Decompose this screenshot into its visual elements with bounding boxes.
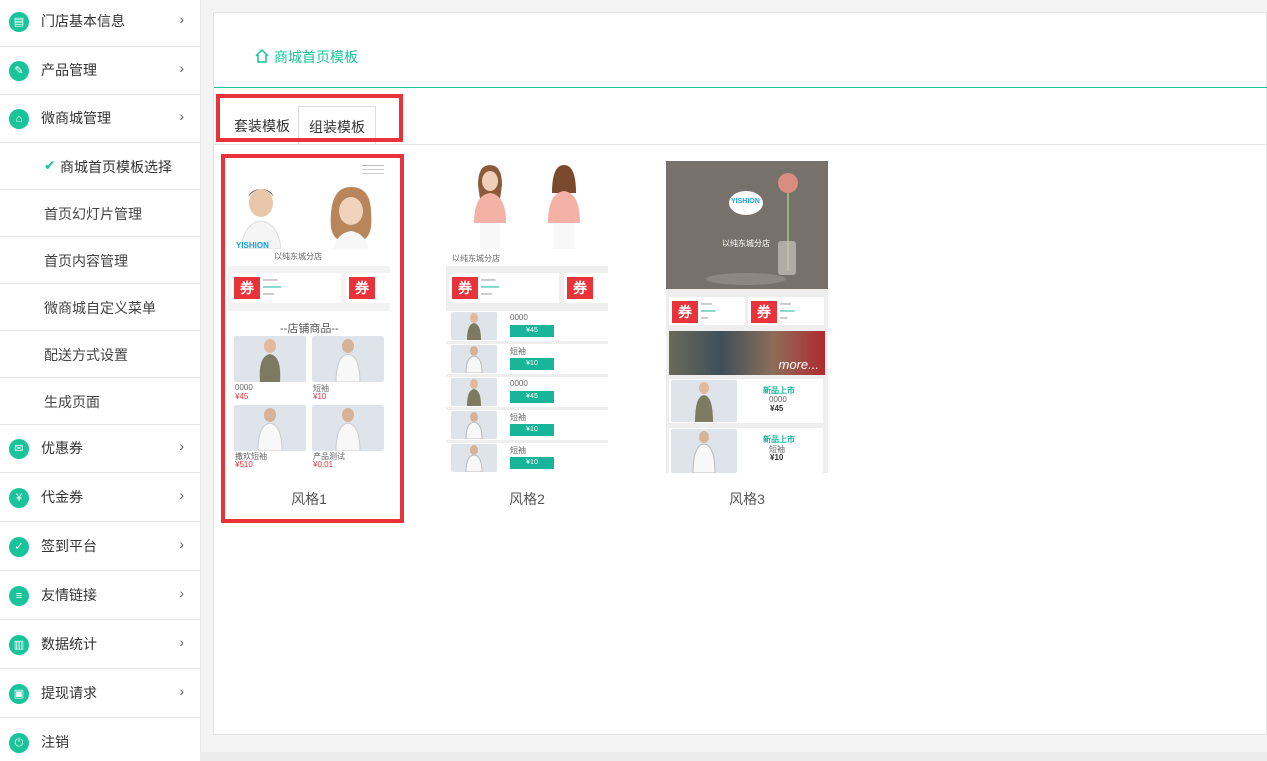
highlight-box [216, 94, 403, 142]
list-item: 短袖 ¥10 [446, 410, 608, 440]
template-thumbnail[interactable]: YISHION 以纯东城分店 券 ━━━ ━━━━ ━━ 券 ━━━ ━━━━ ━━ m… [666, 161, 828, 473]
sidebar: ▤ 门店基本信息 › ✎ 产品管理 › ⌂ 微商城管理 › ✔ 商城首页模板选择… [0, 0, 201, 761]
sub-item-delivery[interactable]: 配送方式设置 [0, 331, 200, 378]
chevron-right-icon: › [179, 487, 184, 503]
breadcrumb-divider [214, 87, 1267, 88]
breadcrumb-label: 商城首页模板 [274, 49, 358, 65]
list-item: 新品上市 短袖 ¥10 [669, 428, 823, 473]
brand-logo: YISHION [729, 191, 763, 215]
sidebar-item-store-info[interactable]: ▤ 门店基本信息 › [0, 0, 200, 47]
sidebar-item-checkin[interactable]: ✓ 签到平台 › [0, 523, 200, 571]
list-item: 短袖 ¥10 [446, 443, 608, 473]
store-icon: ⌂ [9, 109, 29, 129]
sub-item-slideshow[interactable]: 首页幻灯片管理 [0, 190, 200, 237]
link-icon: ≡ [9, 586, 29, 606]
sidebar-item-stats[interactable]: ▥ 数据统计 › [0, 621, 200, 669]
check-icon: ✔ [44, 157, 56, 173]
store-name: 以纯东城分店 [452, 254, 500, 263]
chevron-right-icon: › [179, 60, 184, 76]
coupon-icon: ✉ [9, 439, 29, 459]
chevron-right-icon: › [179, 585, 184, 601]
template-thumbnail[interactable]: 以纯东城分店 券 ━━━━ ━━━━━ ━━━ 券 0000 ¥45 短袖 ¥10 … [446, 161, 608, 473]
chevron-right-icon: › [179, 438, 184, 454]
banner-image [666, 161, 828, 289]
sidebar-item-logout[interactable]: ⏻ 注销 [0, 719, 200, 761]
voucher-icon: ¥ [9, 488, 29, 508]
wallet-icon: ▣ [9, 684, 29, 704]
chart-icon: ▥ [9, 635, 29, 655]
sidebar-item-mall[interactable]: ⌂ 微商城管理 › [0, 95, 200, 143]
sidebar-item-coupons[interactable]: ✉ 优惠券 › [0, 425, 200, 473]
template-label: 风格2 [509, 491, 545, 507]
sub-item-generate-page[interactable]: 生成页面 [0, 378, 200, 425]
promo-banner: more... [669, 331, 825, 375]
coupon: 券 ━━━ ━━━━ ━━ [748, 297, 824, 325]
list-item: 0000 ¥45 [446, 311, 608, 341]
model-image [548, 165, 580, 249]
breadcrumb[interactable]: 商城首页模板 [254, 47, 358, 67]
sidebar-item-withdraw[interactable]: ▣ 提现请求 › [0, 670, 200, 718]
list-item: 0000 ¥45 [446, 377, 608, 407]
chevron-right-icon: › [179, 11, 184, 27]
highlight-box [221, 154, 404, 523]
template-label: 风格3 [729, 491, 765, 507]
coupon: 券 ━━━ ━━━━ ━━ [669, 297, 745, 325]
chevron-right-icon: › [179, 536, 184, 552]
tag-icon: ✎ [9, 61, 29, 81]
sub-item-home-content[interactable]: 首页内容管理 [0, 237, 200, 284]
sidebar-item-products[interactable]: ✎ 产品管理 › [0, 47, 200, 95]
list-item: 短袖 ¥10 [446, 344, 608, 374]
power-icon: ⏻ [9, 733, 29, 753]
sub-item-template-select[interactable]: ✔ 商城首页模板选择 [0, 143, 200, 190]
chevron-right-icon: › [179, 108, 184, 124]
sidebar-item-vouchers[interactable]: ¥ 代金券 › [0, 474, 200, 522]
checkin-icon: ✓ [9, 537, 29, 557]
document-icon: ▤ [9, 12, 29, 32]
template-card-style3[interactable]: YISHION 以纯东城分店 券 ━━━ ━━━━ ━━ 券 ━━━ ━━━━ ━━ m… [666, 161, 828, 509]
chevron-right-icon: › [179, 634, 184, 650]
template-card-style2[interactable]: 以纯东城分店 券 ━━━━ ━━━━━ ━━━ 券 0000 ¥45 短袖 ¥10 … [446, 161, 608, 509]
coupon: 券 [564, 273, 608, 303]
footer-bar [200, 752, 1267, 761]
store-name: 以纯东城分店 [722, 239, 770, 248]
sub-item-custom-menu[interactable]: 微商城自定义菜单 [0, 284, 200, 331]
coupon: 券 ━━━━ ━━━━━ ━━━ [449, 273, 559, 303]
sidebar-item-links[interactable]: ≡ 友情链接 › [0, 572, 200, 620]
chevron-right-icon: › [179, 683, 184, 699]
list-item: 新品上市 0000 ¥45 [669, 379, 823, 423]
home-icon [255, 48, 269, 63]
model-image [474, 165, 506, 249]
